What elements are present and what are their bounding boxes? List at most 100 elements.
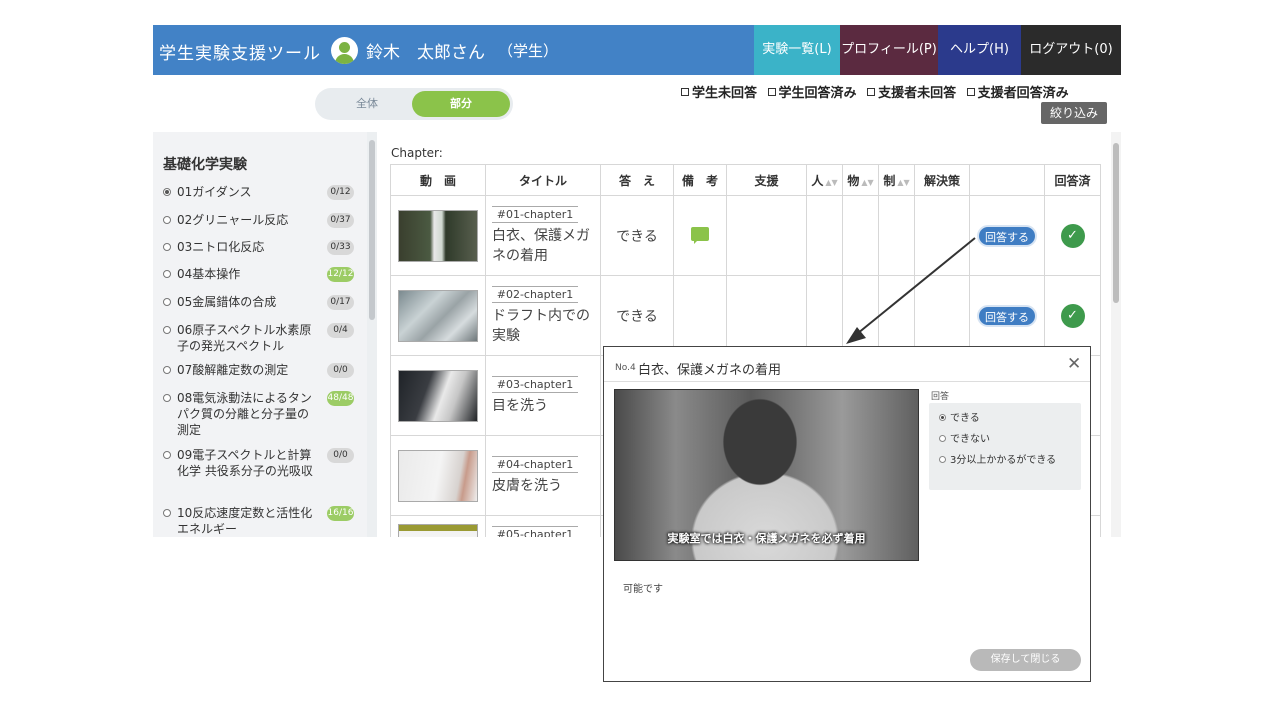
user-avatar-icon [331, 37, 358, 64]
toggle-partial[interactable]: 部分 [412, 91, 510, 117]
video-thumbnail[interactable] [398, 369, 478, 422]
nav-help[interactable]: ヘルプ(H) [938, 25, 1021, 75]
answer-label: 回答 [931, 392, 950, 402]
radio-icon[interactable] [163, 394, 171, 402]
progress-badge: 0/0 [327, 363, 354, 378]
option-slow[interactable]: 3分以上かかるができる [939, 454, 1074, 467]
sidebar-item[interactable]: 10反応速度定数と活性化エネルギー 16/16 [163, 505, 359, 537]
checkbox[interactable] [966, 88, 975, 96]
radio-icon[interactable] [939, 435, 946, 442]
chapter-tag: #03-chapter1 [492, 375, 578, 393]
row-title: 皮膚を洗う [492, 477, 562, 494]
save-close-button[interactable]: 保存して閉じる [970, 649, 1081, 671]
chapter-tag: #04-chapter1 [492, 455, 578, 473]
row-title: ドラフト内での実験 [492, 307, 590, 344]
divider [604, 381, 1090, 382]
video-thumbnail[interactable] [398, 449, 478, 502]
filter-student-answered[interactable]: 学生回答済み [767, 82, 857, 101]
nav-profile[interactable]: プロフィール(P) [840, 25, 938, 75]
col-person[interactable]: 人 ▲▼ [806, 164, 843, 196]
reply-button[interactable]: 回答する [977, 224, 1037, 247]
sidebar-item[interactable]: 08電気泳動法によるタンパク質の分離と分子量の測定 48/48 [163, 390, 359, 447]
progress-badge: 0/4 [327, 323, 354, 338]
video-thumbnail[interactable] [398, 289, 478, 342]
video-thumbnail[interactable] [398, 209, 478, 262]
video-caption: 実験室では白衣・保護メガネを必ず着用 [667, 532, 866, 545]
sidebar-item[interactable]: 09電子スペクトルと計算化学 共役系分子の光吸収 0/0 [163, 447, 359, 505]
app-title: 学生実験支援ツール [159, 44, 321, 64]
progress-badge: 0/37 [327, 213, 354, 228]
answer-options: できる できない 3分以上かかるができる [929, 403, 1081, 490]
sidebar-item[interactable]: 05金属錯体の合成 0/17 [163, 294, 359, 322]
view-toggle: 全体 部分 [315, 88, 513, 120]
video-player[interactable]: 実験室では白衣・保護メガネを必ず着用 [614, 389, 919, 561]
sidebar-item[interactable]: 02グリニャール反応 0/37 [163, 212, 359, 239]
col-solution: 解決策 [914, 164, 970, 196]
video-thumbnail[interactable] [398, 524, 478, 537]
checkbox[interactable] [681, 88, 689, 96]
radio-icon[interactable] [163, 243, 171, 251]
check-icon: ✓ [1060, 303, 1085, 328]
col-system[interactable]: 制 ▲▼ [878, 164, 915, 196]
col-answer: 答 え [600, 164, 674, 196]
option-can[interactable]: できる [939, 412, 1074, 425]
sort-icon: ▲▼ [825, 177, 838, 187]
close-icon[interactable]: ✕ [1067, 356, 1081, 373]
radio-icon[interactable] [163, 509, 171, 517]
nav-experiments[interactable]: 実験一覧(L) [754, 25, 840, 75]
chapter-label: Chapter: [391, 146, 443, 160]
radio-icon[interactable] [163, 216, 171, 224]
col-answered: 回答済 [1044, 164, 1101, 196]
progress-badge: 12/12 [327, 267, 354, 282]
top-header: 学生実験支援ツール 鈴木 太郎さん （学生） 実験一覧(L) プロフィール(P)… [153, 25, 1121, 75]
sidebar-item[interactable]: 04基本操作 12/12 [163, 266, 359, 294]
col-video: 動 画 [390, 164, 486, 196]
radio-icon[interactable] [163, 298, 171, 306]
radio-icon[interactable] [939, 414, 946, 421]
note-textarea[interactable]: 可能です [623, 580, 663, 595]
filter-student-unanswered[interactable]: 学生未回答 [681, 82, 757, 101]
col-title: タイトル [485, 164, 601, 196]
progress-badge: 0/12 [327, 185, 354, 200]
col-object[interactable]: 物 ▲▼ [842, 164, 879, 196]
sidebar-item[interactable]: 01ガイダンス 0/12 [163, 184, 359, 212]
table-header-row: 動 画 タイトル 答 え 備 考 支援 人 ▲▼ 物 ▲▼ 制 ▲▼ 解決策 回答済 [390, 164, 1101, 196]
radio-icon[interactable] [163, 366, 171, 374]
progress-badge: 0/33 [327, 240, 354, 255]
progress-badge: 48/48 [327, 391, 354, 406]
user-role: （学生） [498, 42, 559, 60]
chapter-tag: #01-chapter1 [492, 205, 578, 223]
memo-icon[interactable] [691, 226, 709, 244]
reply-button[interactable]: 回答する [977, 304, 1037, 327]
checkbox[interactable] [767, 88, 776, 96]
col-memo: 備 考 [673, 164, 727, 196]
nav-logout[interactable]: ログアウト(0) [1021, 25, 1121, 75]
checkbox[interactable] [867, 88, 876, 96]
sidebar-item[interactable]: 06原子スペクトル水素原子の発光スペクトル 0/4 [163, 322, 359, 362]
toggle-all[interactable]: 全体 [315, 88, 419, 120]
radio-icon[interactable] [163, 451, 171, 459]
sort-icon: ▲▼ [897, 177, 910, 187]
sidebar-item[interactable]: 03ニトロ化反応 0/33 [163, 239, 359, 266]
modal-title: 白衣、保護メガネの着用 [638, 363, 782, 378]
radio-icon[interactable] [939, 456, 946, 463]
table-row: #02-chapter1 ドラフト内での実験 できる 回答する ✓ [390, 275, 1101, 356]
row-title: 目を洗う [492, 397, 548, 414]
filter-supporter-answered[interactable]: 支援者回答済み [966, 82, 1069, 101]
main-scroll-thumb[interactable] [1113, 143, 1119, 303]
experiment-list: 01ガイダンス 0/12 02グリニャール反応 0/37 03ニトロ化反応 0/33 … [163, 184, 359, 537]
radio-icon[interactable] [163, 270, 171, 278]
col-action [969, 164, 1045, 196]
radio-icon[interactable] [163, 326, 171, 334]
sidebar-item[interactable]: 07酸解離定数の測定 0/0 [163, 362, 359, 390]
radio-icon[interactable] [163, 188, 171, 196]
option-cannot[interactable]: できない [939, 433, 1074, 446]
apply-filter-button[interactable]: 絞り込み [1041, 102, 1107, 124]
filter-supporter-unanswered[interactable]: 支援者未回答 [867, 82, 956, 101]
row-answer: できる [600, 275, 674, 356]
sidebar-scroll-thumb[interactable] [369, 140, 375, 320]
experiment-sidebar: 基礎化学実験 01ガイダンス 0/12 02グリニャール反応 0/37 03ニトロ化… [153, 132, 377, 537]
progress-badge: 16/16 [327, 506, 354, 521]
check-icon: ✓ [1060, 223, 1085, 248]
col-support: 支援 [726, 164, 807, 196]
